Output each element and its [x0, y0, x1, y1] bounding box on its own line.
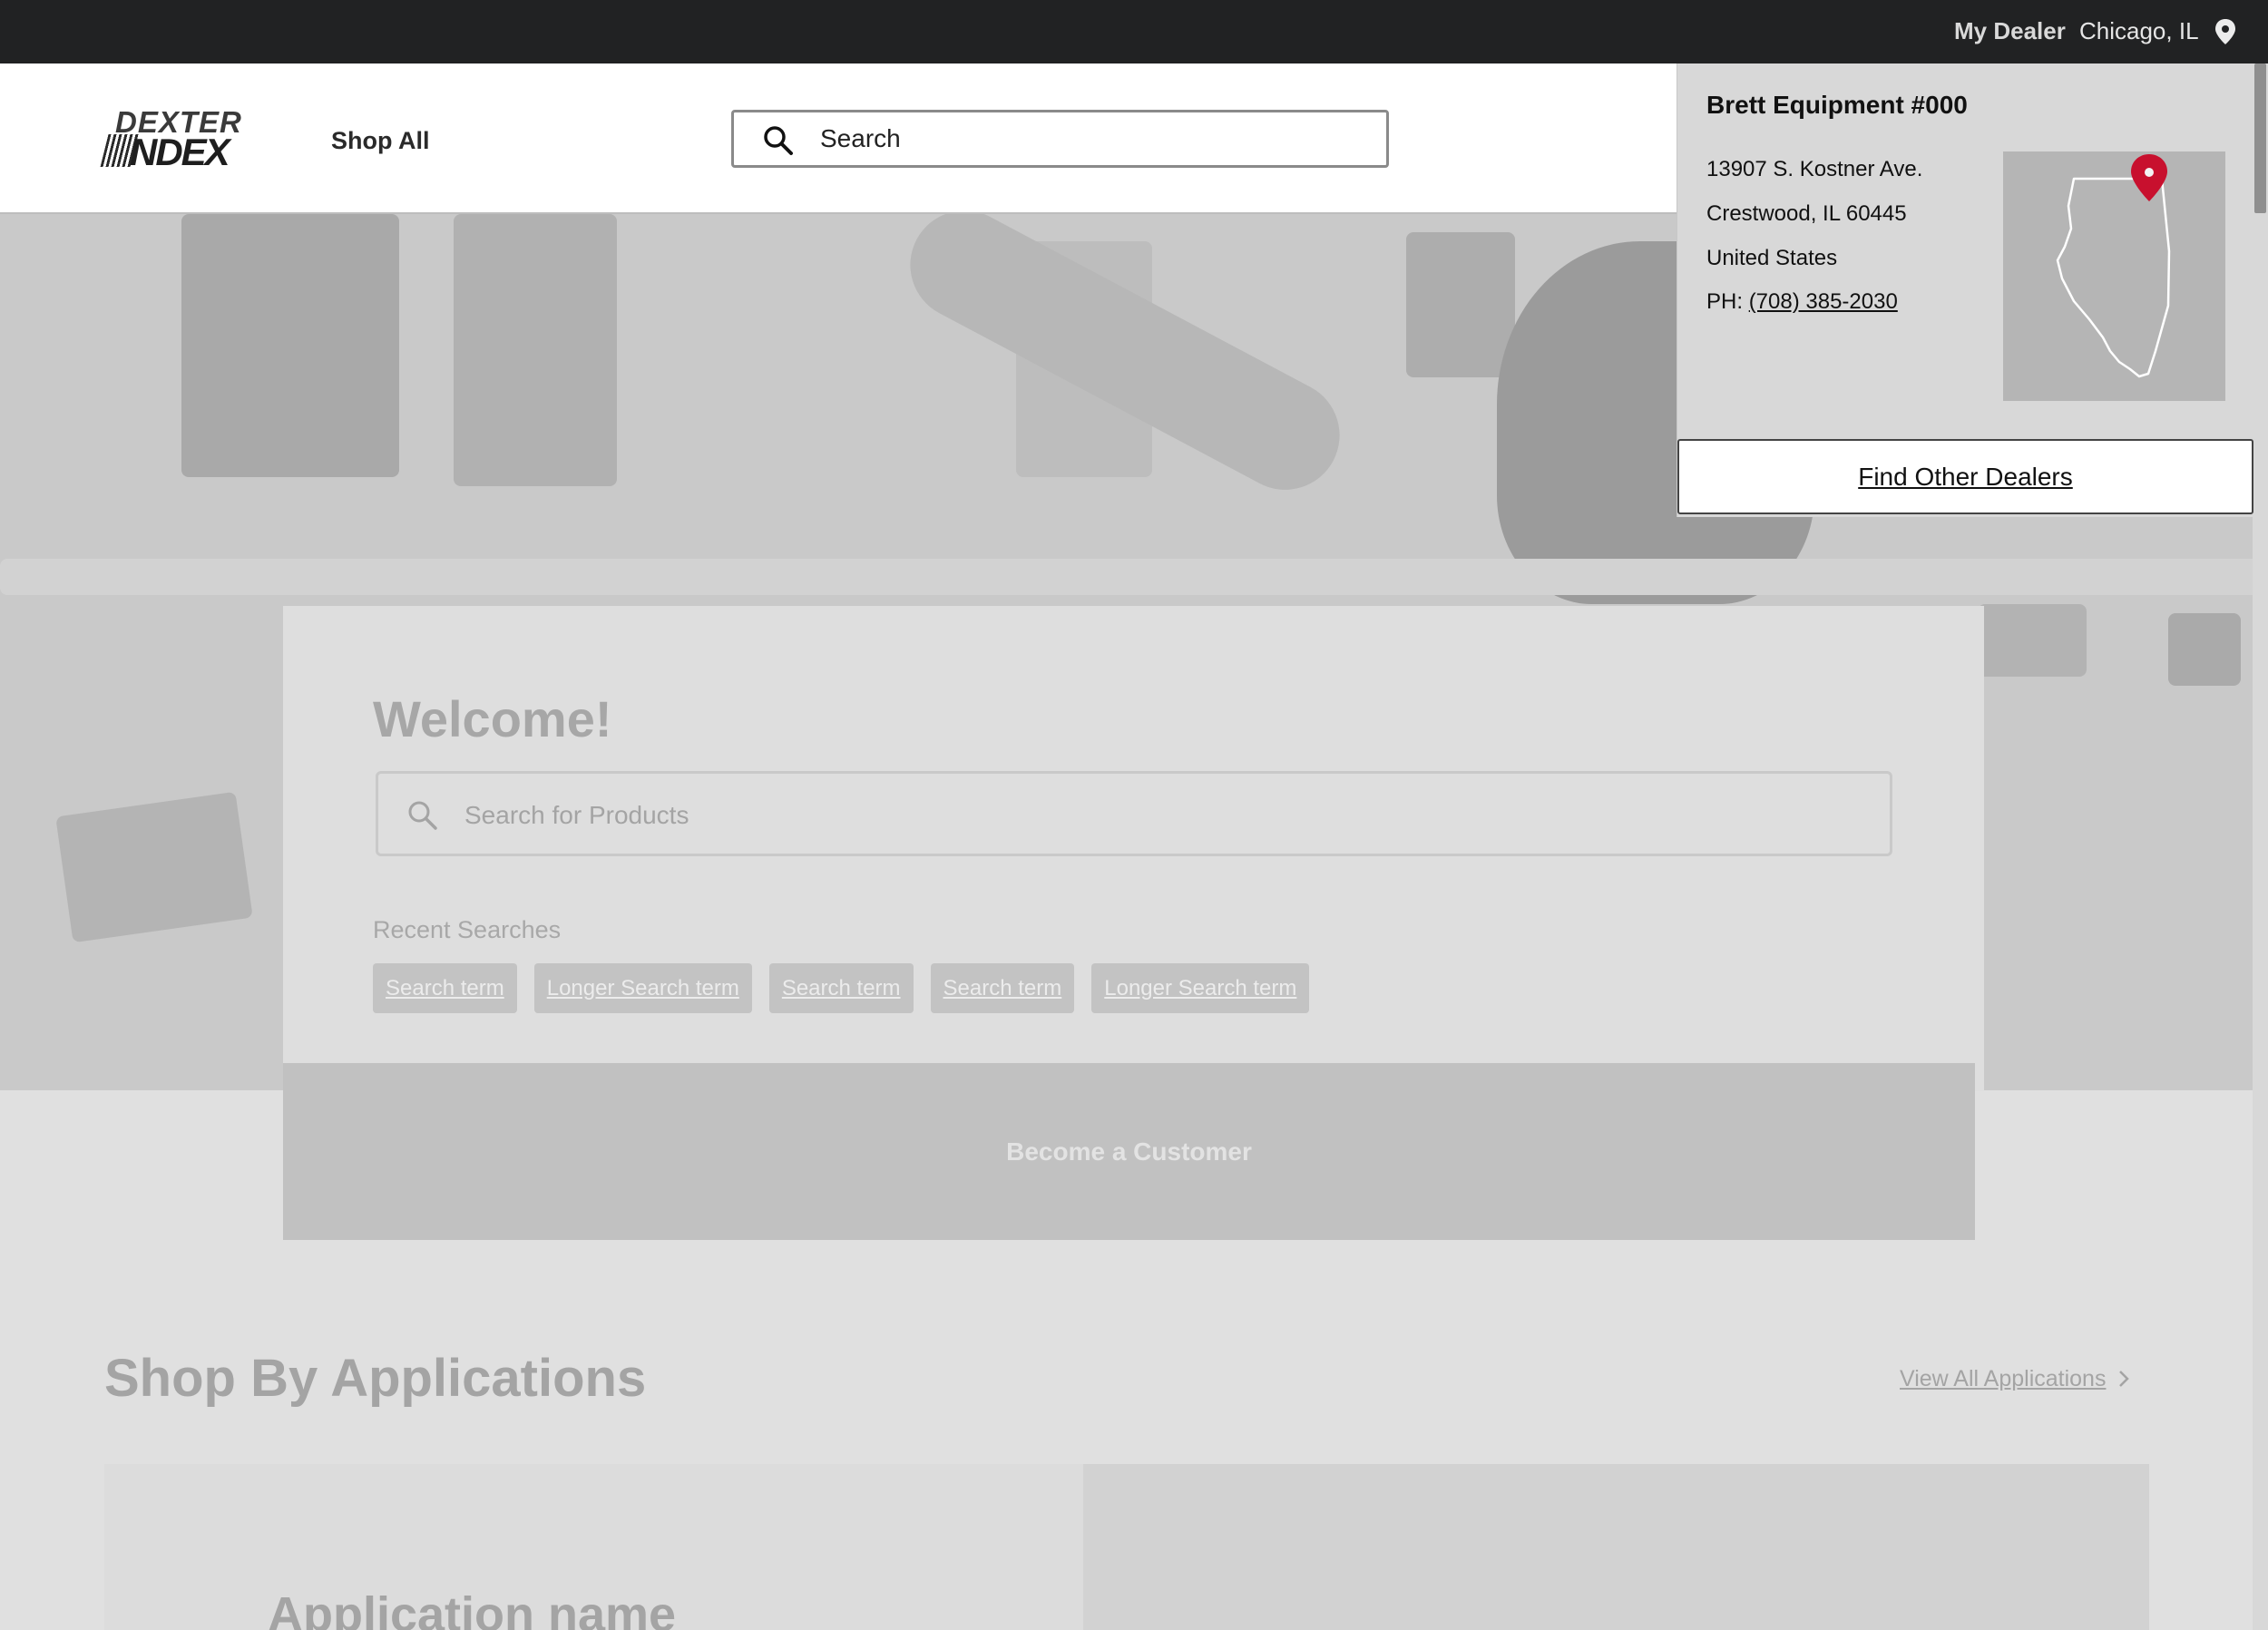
recent-search-chip[interactable]: Longer Search term [1091, 963, 1310, 1013]
dealer-address-line1: 13907 S. Kostner Ave. [1706, 157, 1923, 181]
dealer-phone-row: PH: (708) 385-2030 [1706, 289, 1898, 315]
header-search-input[interactable] [820, 123, 1364, 154]
map-marker-icon [2131, 154, 2167, 201]
header-search-box[interactable] [731, 110, 1389, 168]
application-name: Application name [268, 1587, 677, 1630]
shop-all-link[interactable]: Shop All [331, 127, 430, 155]
welcome-card: Welcome! Recent Searches Search term Lon… [283, 606, 1984, 1091]
dealer-country: United States [1706, 246, 1838, 270]
hero-poster [1406, 232, 1515, 377]
product-search-box[interactable] [376, 771, 1892, 856]
dealer-name: Brett Equipment #000 [1706, 91, 1968, 119]
search-icon [764, 126, 793, 155]
dealer-phone-link[interactable]: (708) 385-2030 [1749, 289, 1898, 314]
view-all-applications-link[interactable]: View All Applications [1900, 1366, 2106, 1392]
chevron-right-icon[interactable] [2114, 1369, 2134, 1389]
find-other-dealers-button[interactable]: Find Other Dealers [1677, 439, 2253, 514]
scrollbar-track[interactable] [2253, 63, 2268, 1630]
recent-searches-list: Search term Longer Search term Search te… [373, 963, 1310, 1013]
dealer-city[interactable]: Chicago, IL [2079, 17, 2199, 45]
become-customer-button[interactable]: Become a Customer [283, 1063, 1975, 1240]
logo-text-bottom: NDEX [130, 131, 230, 173]
recent-searches-label: Recent Searches [373, 916, 562, 943]
recent-search-chip[interactable]: Search term [930, 963, 1075, 1013]
hero-shelf [0, 559, 2268, 595]
recent-search-chip[interactable]: Longer Search term [533, 963, 752, 1013]
recent-search-chip[interactable]: Search term [373, 963, 517, 1013]
product-search-input[interactable] [464, 799, 1825, 832]
recent-search-chip[interactable]: Search term [768, 963, 914, 1013]
location-pin-icon[interactable] [2214, 18, 2237, 45]
dealer-address-line2: Crestwood, IL 60445 [1706, 201, 1907, 226]
welcome-title: Welcome! [373, 690, 612, 747]
application-image [1083, 1464, 2149, 1630]
scrollbar-thumb[interactable] [2254, 63, 2266, 213]
hero-frame [2168, 613, 2241, 686]
search-icon [408, 801, 437, 830]
top-bar: My Dealer Chicago, IL [0, 0, 2268, 63]
dealer-state-map [2003, 151, 2225, 401]
hero-frame [1978, 604, 2087, 677]
application-card[interactable]: Application name [104, 1464, 1084, 1630]
hero-poster [454, 214, 617, 486]
site-header: DEXTER NDEX Shop All [0, 63, 1678, 214]
shop-by-applications-heading: Shop By Applications [104, 1349, 647, 1408]
hero-poster [181, 214, 399, 477]
dexter-index-logo[interactable]: DEXTER NDEX [100, 105, 241, 173]
hero-paper [55, 791, 253, 943]
phone-prefix: PH: [1706, 289, 1744, 314]
my-dealer-label[interactable]: My Dealer [1954, 17, 2066, 45]
